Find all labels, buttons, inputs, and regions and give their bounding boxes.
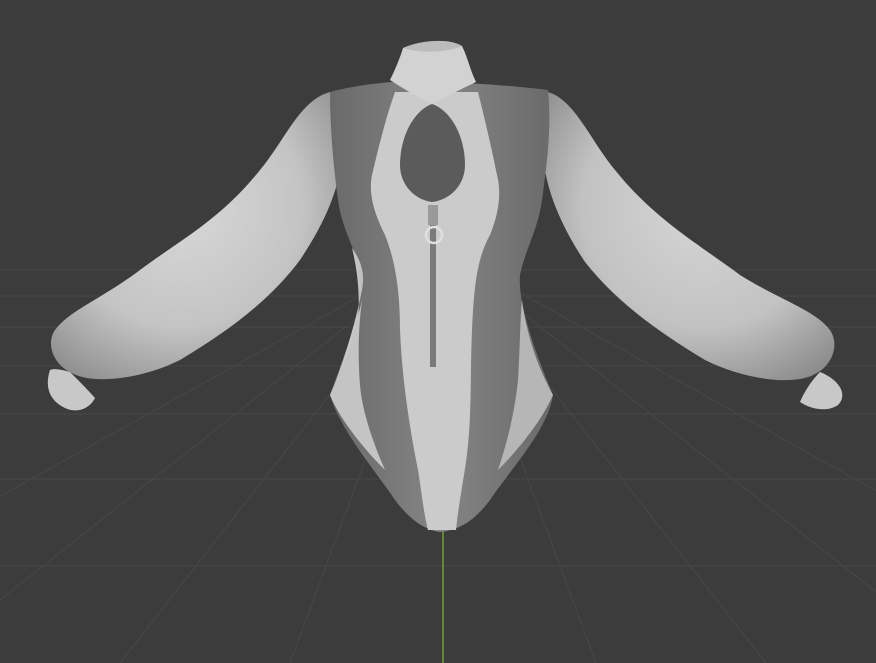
zipper-track bbox=[430, 215, 436, 367]
viewport-canvas[interactable] bbox=[0, 0, 876, 663]
3d-viewport[interactable] bbox=[0, 0, 876, 663]
zipper-teeth-top bbox=[428, 205, 438, 225]
left-sleeve[interactable] bbox=[50, 92, 340, 380]
bodysuit-model[interactable] bbox=[47, 40, 843, 533]
right-sleeve[interactable] bbox=[545, 92, 835, 381]
